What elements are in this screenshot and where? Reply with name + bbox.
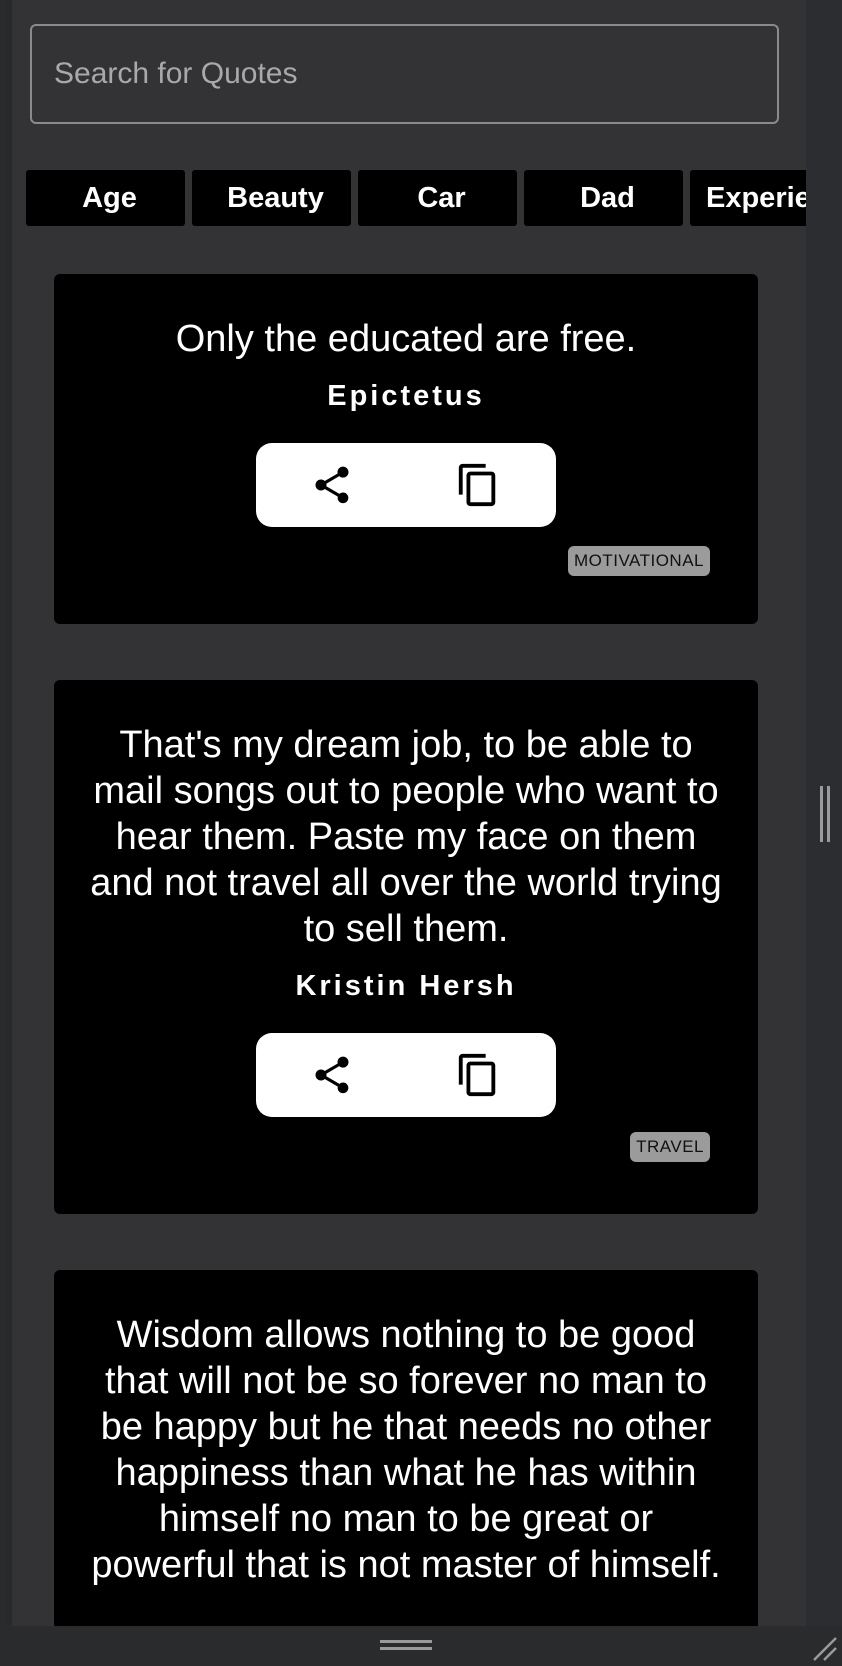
bottom-bar bbox=[0, 1626, 842, 1666]
copy-button[interactable] bbox=[438, 443, 518, 527]
category-tags[interactable]: Age Beauty Car Dad Experie bbox=[26, 170, 806, 226]
tag-age[interactable]: Age bbox=[26, 170, 185, 226]
search-input[interactable] bbox=[32, 26, 777, 122]
copy-button[interactable] bbox=[438, 1033, 518, 1117]
quote-text: Wisdom allows nothing to be good that wi… bbox=[91, 1314, 721, 1586]
category-badge[interactable]: TRAVEL bbox=[630, 1132, 710, 1162]
tag-dad[interactable]: Dad bbox=[524, 170, 683, 226]
share-icon bbox=[315, 1056, 349, 1094]
left-edge bbox=[6, 0, 12, 1626]
share-button[interactable] bbox=[292, 1033, 372, 1117]
copy-icon bbox=[458, 463, 496, 507]
quote-card: Wisdom allows nothing to be good that wi… bbox=[54, 1270, 758, 1626]
quote-author: Epictetus bbox=[327, 380, 485, 412]
quote-actions bbox=[256, 443, 556, 527]
tag-beauty[interactable]: Beauty bbox=[192, 170, 351, 226]
tag-car[interactable]: Car bbox=[358, 170, 517, 226]
quote-card: That's my dream job, to be able to mail … bbox=[54, 680, 758, 1214]
share-button[interactable] bbox=[292, 443, 372, 527]
quote-text: Only the educated are free. bbox=[175, 318, 637, 360]
quote-author: Kristin Hersh bbox=[295, 970, 517, 1002]
resize-corner-icon[interactable] bbox=[810, 1634, 838, 1662]
quote-text: That's my dream job, to be able to mail … bbox=[90, 724, 722, 950]
share-icon bbox=[315, 466, 349, 504]
drag-handle-icon[interactable] bbox=[380, 1638, 432, 1652]
copy-icon bbox=[458, 1053, 496, 1097]
search-box[interactable] bbox=[30, 24, 779, 124]
app-container: AgeBeautyCarDadExperie Only the educated… bbox=[6, 0, 806, 1626]
quote-actions bbox=[256, 1033, 556, 1117]
tag-experience[interactable]: Experie bbox=[690, 170, 806, 226]
vertical-resize-handle-icon[interactable] bbox=[818, 786, 832, 842]
category-badge[interactable]: MOTIVATIONAL bbox=[567, 546, 710, 576]
quote-card: Only the educated are free. Epictetus MO… bbox=[54, 274, 758, 624]
